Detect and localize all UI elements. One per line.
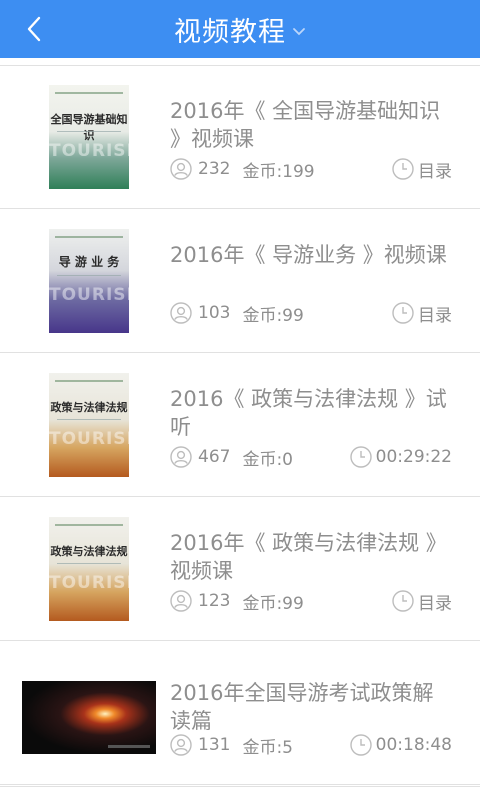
cover-word: TOURISM [49,429,129,449]
duration: 00:29:22 [349,446,452,468]
course-item[interactable]: 2016年全国导游考试政策解读篇 131 金币:5 00:18:48 [0,641,480,785]
catalog-link[interactable]: 目录 [392,589,452,614]
clock-icon [392,302,414,324]
course-title: 2016年《 全国导游基础知识 》视频课 [170,99,441,151]
course-title: 2016年全国导游考试政策解读篇 [170,681,434,733]
cover-title: 政策与法律法规 [50,401,128,414]
course-title: 2016《 政策与法律法规 》试听 [170,387,447,439]
person-icon [170,446,192,468]
course-meta: 131 金币:5 00:18:48 [170,731,452,759]
coin-price: 金币:99 [242,305,304,326]
course-meta: 103 金币:99 目录 [170,299,452,327]
clock-icon [349,734,372,756]
catalog-link[interactable]: 目录 [392,301,452,326]
person-icon [170,302,192,324]
view-count: 232 [198,159,231,179]
cover-title: 全国导游基础知识 [50,113,128,142]
coin-price: 金币:99 [242,593,304,614]
cover-word: TOURISM [49,141,129,161]
cover-word: TOURISM [49,285,129,305]
coin-price: 金币:5 [242,737,293,758]
cover-title: 政策与法律法规 [50,545,128,558]
course-meta: 467 金币:0 00:29:22 [170,443,452,471]
person-icon [170,590,192,612]
course-item[interactable]: 政策与法律法规 TOURISM 2016《 政策与法律法规 》试听 467 金币… [0,353,480,497]
course-item[interactable]: 导 游 业 务 TOURISM 2016年《 导游业务 》视频课 103 金币:… [0,209,480,353]
duration-label: 00:18:48 [375,735,452,755]
course-item[interactable]: 全国导游基础知识 TOURISM 2016年《 全国导游基础知识 》视频课 23… [0,65,480,209]
course-cover: 导 游 业 务 TOURISM [49,229,129,333]
course-title: 2016年《 政策与法律法规 》视频课 [170,531,447,583]
list-divider [0,786,480,787]
catalog-label: 目录 [418,593,452,614]
person-icon [170,734,192,756]
top-bar: 视频教程 [0,0,480,58]
video-thumbnail [22,681,156,754]
view-count: 131 [198,735,231,755]
clock-icon [392,590,414,612]
view-count: 123 [198,591,231,611]
clock-icon [392,158,414,180]
coin-price: 金币:0 [242,449,293,470]
catalog-link[interactable]: 目录 [392,157,452,182]
clock-icon [349,446,372,468]
chevron-down-icon [293,28,305,36]
course-cover: 政策与法律法规 TOURISM [49,373,129,477]
course-item[interactable]: 政策与法律法规 TOURISM 2016年《 政策与法律法规 》视频课 123 … [0,497,480,641]
title-dropdown[interactable]: 视频教程 [0,0,480,58]
catalog-label: 目录 [418,161,452,182]
catalog-label: 目录 [418,305,452,326]
page-title: 视频教程 [174,16,286,48]
cover-title: 导 游 业 务 [58,255,120,269]
duration-label: 00:29:22 [375,447,452,467]
course-list: 全国导游基础知识 TOURISM 2016年《 全国导游基础知识 》视频课 23… [0,65,480,785]
view-count: 103 [198,303,231,323]
course-meta: 123 金币:99 目录 [170,587,452,615]
view-count: 467 [198,447,231,467]
person-icon [170,158,192,180]
coin-price: 金币:199 [242,161,315,182]
course-meta: 232 金币:199 目录 [170,155,452,183]
course-cover: 全国导游基础知识 TOURISM [49,85,129,189]
course-cover: 政策与法律法规 TOURISM [49,517,129,621]
cover-word: TOURISM [49,573,129,593]
duration: 00:18:48 [349,734,452,756]
course-title: 2016年《 导游业务 》视频课 [170,243,447,267]
